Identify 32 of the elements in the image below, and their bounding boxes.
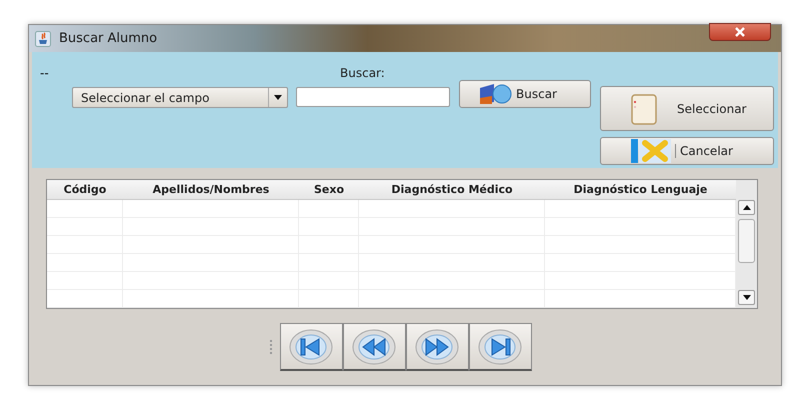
cancel-icon <box>631 139 671 163</box>
window-title: Buscar Alumno <box>59 31 158 46</box>
close-button[interactable] <box>709 23 771 41</box>
column-header[interactable]: Código <box>47 180 123 199</box>
cancel-button[interactable]: Cancelar <box>600 137 774 165</box>
column-header[interactable]: Sexo <box>299 180 359 199</box>
clipboard-icon <box>631 92 657 124</box>
next-button[interactable] <box>406 323 468 371</box>
first-button[interactable] <box>280 323 342 371</box>
column-header[interactable]: Diagnóstico Lenguaje <box>545 180 736 199</box>
toolbar-grip <box>270 340 274 354</box>
column-header[interactable]: Apellidos/Nombres <box>123 180 299 199</box>
column-header[interactable]: Diagnóstico Médico <box>359 180 545 199</box>
caret-icon <box>274 95 282 100</box>
up-arrow-icon <box>742 205 750 210</box>
cup-icon <box>35 30 51 46</box>
search-label: Buscar: <box>340 66 385 80</box>
skip-back-icon <box>289 328 333 364</box>
field-dropdown[interactable]: Seleccionar el campo <box>72 87 288 108</box>
fast-forward-icon <box>415 328 459 364</box>
search-button[interactable]: Buscar <box>459 80 591 108</box>
previous-button[interactable] <box>342 323 406 371</box>
scrollbar[interactable] <box>736 180 757 308</box>
close-icon <box>734 27 746 37</box>
search-field[interactable] <box>296 87 450 107</box>
select-button[interactable]: Seleccionar <box>600 86 774 131</box>
down-arrow-icon <box>742 295 750 300</box>
skip-forward-icon <box>478 328 522 364</box>
status-text: -- <box>40 66 50 80</box>
search-icon <box>478 82 512 106</box>
last-button[interactable] <box>468 323 532 371</box>
rewind-icon <box>352 328 396 364</box>
